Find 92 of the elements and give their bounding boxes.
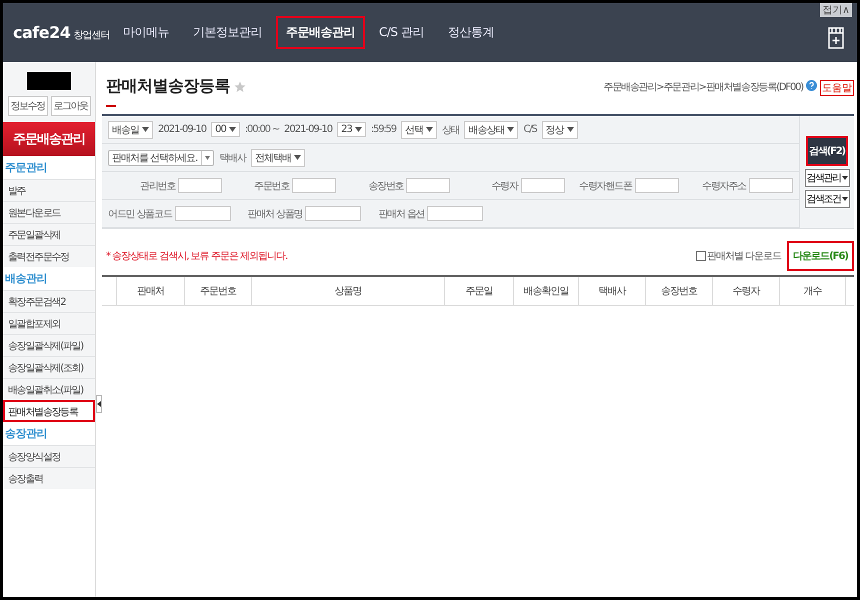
sidebar-item[interactable]: 송장양식설정 [3, 445, 95, 467]
field-label: 주문번호 [254, 180, 290, 192]
caret-icon [842, 197, 848, 201]
dropdown[interactable]: 선택 [400, 120, 437, 138]
nav-tab[interactable]: 정산통계 [438, 16, 504, 49]
column-header[interactable]: 판매처 [117, 277, 186, 305]
sidebar-section-title: 배송관리 [4, 271, 48, 287]
column-header[interactable]: 주문일 [445, 277, 514, 305]
dropdown[interactable]: 23 [337, 122, 366, 137]
help-icon[interactable] [806, 80, 817, 91]
sidebar-item[interactable]: 배송일괄취소(파일) [3, 378, 95, 400]
sidebar-item[interactable]: 송장출력 [3, 467, 95, 489]
caret-icon [205, 156, 210, 160]
input-field[interactable] [305, 206, 362, 221]
field-label: 판매처 상품명 [248, 208, 302, 220]
input-field[interactable] [174, 206, 231, 221]
download-button[interactable]: 다운로드(F6) [787, 241, 854, 271]
nav-tab[interactable]: C/S 관리 [369, 16, 434, 49]
sidebar-section-title: 주문관리 [4, 160, 48, 176]
filter-label: :59:59 [370, 124, 396, 135]
panel-icon[interactable] [828, 27, 844, 49]
menu-button[interactable]: 검색관리 [804, 169, 850, 187]
nav-tab[interactable]: 주문배송관리 [276, 16, 365, 49]
caret-icon [294, 155, 301, 160]
star-icon[interactable] [234, 80, 246, 92]
filter-label: 택배사 [219, 152, 246, 164]
field-label: 수령자 [491, 180, 518, 192]
column-header[interactable]: 상품명 [252, 277, 446, 305]
field-label: 관리번호 [140, 180, 176, 192]
user-button[interactable]: 정보수정 [8, 96, 48, 116]
field-label: 송장번호 [368, 180, 404, 192]
caret-icon [142, 127, 149, 132]
seller-dropdown[interactable]: 판매처를 선택하세요. [108, 150, 214, 166]
sidebar-item[interactable]: 판매처별송장등록 [3, 400, 95, 422]
search-button[interactable]: 검색(F2) [806, 136, 848, 166]
caret-icon [228, 127, 236, 132]
caret-icon [566, 127, 574, 132]
nav-tab[interactable]: 기본정보관리 [183, 16, 272, 49]
caret-icon [354, 127, 362, 132]
input-field[interactable] [520, 178, 565, 193]
field-label: 수령자핸드폰 [579, 180, 632, 192]
caret-icon [507, 127, 514, 132]
sidebar-item[interactable]: 발주 [3, 179, 95, 201]
dropdown[interactable]: 배송상태 [464, 120, 518, 138]
column-header[interactable]: 개수 [780, 277, 846, 305]
logo[interactable]: cafe24 [13, 23, 70, 42]
column-header[interactable]: 송장번호 [646, 277, 714, 305]
user-name-redacted [27, 72, 71, 90]
sidebar-item[interactable]: 출력전주문수정 [3, 245, 95, 267]
sidebar-title: 주문배송관리 [3, 122, 95, 156]
date-field[interactable]: 2021-09-10 [158, 124, 206, 135]
input-field[interactable] [292, 178, 336, 193]
caret-icon [842, 176, 848, 180]
dropdown[interactable]: 배송일 [108, 120, 153, 138]
sidebar-item[interactable]: 주문일괄삭제 [3, 223, 95, 245]
column-header[interactable]: 수령자 [713, 277, 780, 305]
notice-text: * 송장상태로 검색시, 보류 주문은 제외됩니다. [106, 250, 288, 263]
field-label: 수령자주소 [702, 180, 746, 192]
user-button[interactable]: 로그아웃 [50, 96, 90, 116]
filter-label: :00:00 ~ [244, 124, 280, 135]
page-title: 판매처별송장등록 [106, 76, 230, 97]
dropdown[interactable]: 정상 [542, 120, 578, 138]
dropdown[interactable]: 전체택배 [250, 148, 305, 166]
sidebar-item[interactable]: 송장일괄삭제(조회) [3, 356, 95, 378]
nav-tab[interactable]: 마이메뉴 [113, 16, 179, 49]
caret-icon [426, 127, 433, 132]
sidebar-item[interactable]: 송장일괄삭제(파일) [3, 334, 95, 356]
help-button[interactable]: 도움말 [820, 80, 854, 96]
breadcrumb: 주문배송관리>주문관리>판매처별송장등록(DF00) [603, 81, 803, 94]
input-field[interactable] [178, 178, 222, 193]
input-field[interactable] [427, 206, 484, 221]
column-header[interactable]: 택배사 [579, 277, 646, 305]
filter-label: C/S [523, 124, 537, 135]
collapse-handle[interactable] [96, 395, 102, 413]
filter-label: 상태 [442, 124, 460, 136]
column-header[interactable]: 배송확인일 [514, 277, 580, 305]
date-field[interactable]: 2021-09-10 [284, 124, 332, 135]
field-label: 어드민 상품코드 [108, 208, 172, 220]
input-field[interactable] [406, 178, 450, 193]
sidebar-item[interactable]: 일괄합포제외 [3, 312, 95, 334]
dropdown[interactable]: 00 [211, 122, 240, 137]
field-label: 판매처 옵션 [378, 208, 424, 220]
logo-subtitle: 창업센터 [73, 29, 110, 42]
input-field[interactable] [748, 178, 793, 193]
sidebar-item[interactable]: 확장주문검색2 [3, 290, 95, 312]
seller-download-checkbox[interactable]: 판매처별 다운로드 [696, 249, 782, 263]
input-field[interactable] [634, 178, 679, 193]
sidebar-item[interactable]: 원본다운로드 [3, 201, 95, 223]
column-header[interactable]: 주문번호 [185, 277, 252, 305]
fold-button[interactable]: 접기∧ [820, 3, 852, 17]
menu-button[interactable]: 검색조건 [804, 190, 850, 208]
sidebar-section-title: 송장관리 [4, 426, 48, 442]
